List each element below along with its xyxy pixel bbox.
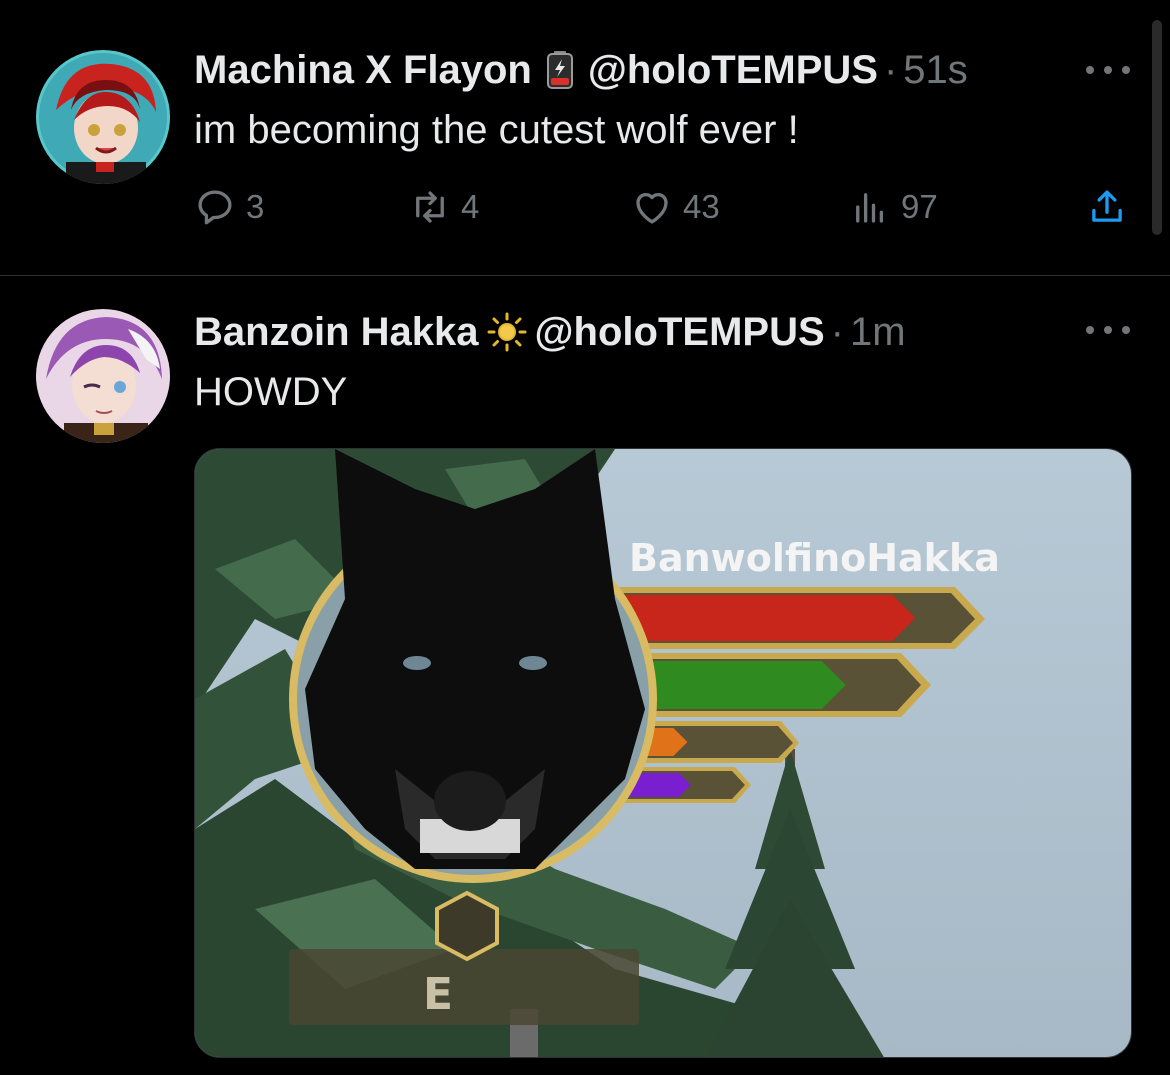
tweet-text: im becoming the cutest wolf ever ! (194, 108, 799, 152)
separator-dot: · (830, 310, 844, 354)
like-count: 43 (683, 188, 720, 225)
interact-key: E (423, 969, 453, 1020)
battery-low-icon (540, 50, 580, 90)
display-name[interactable]: Banzoin Hakka (194, 308, 479, 356)
timestamp[interactable]: 1m (850, 308, 906, 356)
analytics-icon (856, 193, 884, 223)
tweet-media-image[interactable]: BanwolfinoHakka E (194, 448, 1132, 1058)
tweet-header: Banzoin Hakka @holoTEMPUS · 1m (194, 308, 906, 356)
wolf-portrait (289, 449, 657, 883)
avatar[interactable] (36, 50, 170, 184)
handle[interactable]: @holoTEMPUS (535, 308, 825, 356)
stamina-bar (625, 661, 846, 709)
heart-icon (636, 192, 668, 224)
player-name: BanwolfinoHakka (629, 536, 1000, 580)
tweet-header: Machina X Flayon @holoTEMPUS · 51s (194, 46, 968, 94)
avatar[interactable] (36, 309, 170, 443)
timestamp[interactable]: 51s (903, 46, 968, 94)
display-name[interactable]: Machina X Flayon (194, 46, 532, 94)
like-button[interactable]: 43 (631, 186, 720, 228)
health-bar (625, 595, 916, 641)
share-button[interactable] (1086, 186, 1128, 228)
more-options-icon[interactable] (1086, 60, 1130, 80)
handle[interactable]: @holoTEMPUS (588, 46, 878, 94)
retweet-icon (416, 191, 444, 223)
retweet-count: 4 (461, 188, 480, 225)
views-button[interactable]: 97 (849, 186, 938, 228)
tweet-actions: 3 4 43 97 (194, 186, 1134, 234)
reply-button[interactable]: 3 (194, 186, 264, 228)
tweet-text: HOWDY (194, 370, 348, 414)
reply-icon (198, 190, 232, 225)
sun-icon (487, 312, 527, 352)
reply-count: 3 (246, 188, 265, 225)
separator-dot: · (883, 48, 898, 92)
tweet[interactable]: Banzoin Hakka @holoTEMPUS · 1m HOWDY Ban… (0, 276, 1170, 1075)
share-icon (1092, 190, 1122, 222)
more-options-icon[interactable] (1086, 320, 1130, 340)
retweet-button[interactable]: 4 (409, 186, 479, 228)
view-count: 97 (901, 188, 938, 225)
tweet[interactable]: Machina X Flayon @holoTEMPUS · 51s im be… (0, 0, 1170, 276)
